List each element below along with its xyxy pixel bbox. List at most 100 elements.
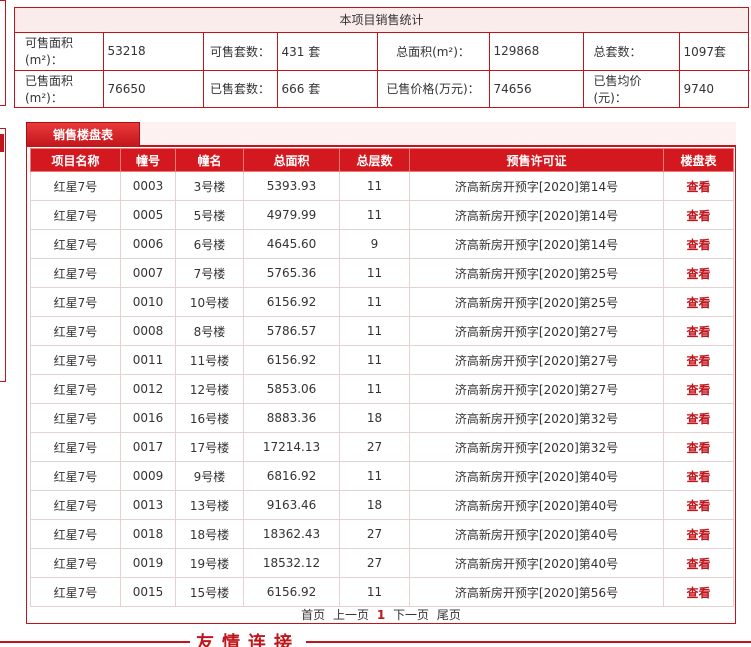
left-frame-top	[0, 0, 6, 106]
pager-first[interactable]: 首页	[301, 608, 325, 622]
cell-building-no: 0017	[120, 432, 176, 462]
cell-floors: 11	[339, 461, 410, 491]
cell-building-no: 0011	[120, 345, 176, 375]
cell-floors: 18	[339, 490, 410, 520]
cell-floors: 27	[339, 432, 410, 462]
cell-view-link[interactable]: 查看	[663, 345, 734, 375]
friendly-links-title: 友情连接	[190, 633, 306, 647]
cell-building-no: 0008	[120, 316, 176, 346]
cell-presale-permit: 济高新房开预字[2020]第40号	[409, 548, 664, 578]
pager-prev[interactable]: 上一页	[333, 608, 369, 622]
cell-floors: 11	[339, 258, 410, 288]
cell-total-area: 17214.13	[243, 432, 340, 462]
header-floor-plan: 楼盘表	[663, 148, 734, 172]
pager-current: 1	[376, 608, 386, 622]
pager-last[interactable]: 尾页	[437, 608, 461, 622]
cell-project-name: 红星7号	[30, 229, 121, 259]
pager-next[interactable]: 下一页	[393, 608, 429, 622]
header-project-name: 项目名称	[30, 148, 121, 172]
cell-presale-permit: 济高新房开预字[2020]第25号	[409, 258, 664, 288]
cell-view-link[interactable]: 查看	[663, 258, 734, 288]
cell-project-name: 红星7号	[30, 403, 121, 433]
cell-presale-permit: 济高新房开预字[2020]第32号	[409, 432, 664, 462]
cell-project-name: 红星7号	[30, 200, 121, 230]
cell-project-name: 红星7号	[30, 374, 121, 404]
cell-view-link[interactable]: 查看	[663, 229, 734, 259]
stats-row: 已售面积(m²)： 76650 已售套数： 666 套 已售价格(万元)： 74…	[15, 69, 750, 107]
cell-presale-permit: 济高新房开预字[2020]第40号	[409, 461, 664, 491]
cell-total-area: 8883.36	[243, 403, 340, 433]
cell-building-name: 15号楼	[175, 577, 244, 607]
pagination: 首页 上一页 1 下一页 尾页	[27, 606, 735, 623]
cell-building-name: 5号楼	[175, 200, 244, 230]
stats-row: 可售面积(m²)： 53218 可售套数： 431 套 总面积(m²)： 129…	[15, 33, 750, 71]
sales-stats-panel: 本项目销售统计 可售面积(m²)： 53218 可售套数： 431 套 总面积(…	[14, 7, 750, 108]
cell-view-link[interactable]: 查看	[663, 374, 734, 404]
cell-total-area: 6156.92	[243, 287, 340, 317]
cell-view-link[interactable]: 查看	[663, 200, 734, 230]
cell-building-no: 0005	[120, 200, 176, 230]
stats-label: 可售面积(m²)：	[15, 33, 104, 71]
table-body: 红星7号 0003 3号楼 5393.93 11 济高新房开预字[2020]第14号 查看红…	[30, 171, 734, 607]
cell-building-name: 6号楼	[175, 229, 244, 259]
cell-building-name: 19号楼	[175, 548, 244, 578]
cell-building-no: 0007	[120, 258, 176, 288]
cell-building-no: 0009	[120, 461, 176, 491]
cell-total-area: 5765.36	[243, 258, 340, 288]
table-row: 红星7号 0012 12号楼 5853.06 11 济高新房开预字[2020]第27号 查看	[30, 374, 734, 404]
cell-presale-permit: 济高新房开预字[2020]第27号	[409, 374, 664, 404]
cell-view-link[interactable]: 查看	[663, 403, 734, 433]
cell-building-name: 11号楼	[175, 345, 244, 375]
cell-total-area: 5393.93	[243, 171, 340, 201]
cell-presale-permit: 济高新房开预字[2020]第14号	[409, 171, 664, 201]
cell-building-name: 13号楼	[175, 490, 244, 520]
cell-building-no: 0018	[120, 519, 176, 549]
cell-view-link[interactable]: 查看	[663, 490, 734, 520]
cell-building-name: 10号楼	[175, 287, 244, 317]
stats-value: 74656	[488, 69, 584, 107]
cell-project-name: 红星7号	[30, 345, 121, 375]
cell-presale-permit: 济高新房开预字[2020]第14号	[409, 229, 664, 259]
cell-floors: 11	[339, 577, 410, 607]
cell-building-no: 0013	[120, 490, 176, 520]
stats-value: 9740	[678, 69, 750, 107]
tab-sales-buildings[interactable]: 销售楼盘表	[26, 122, 140, 147]
cell-floors: 18	[339, 403, 410, 433]
table-row: 红星7号 0010 10号楼 6156.92 11 济高新房开预字[2020]第25号 查看	[30, 287, 734, 317]
cell-floors: 9	[339, 229, 410, 259]
cell-presale-permit: 济高新房开预字[2020]第56号	[409, 577, 664, 607]
cell-view-link[interactable]: 查看	[663, 461, 734, 491]
stats-label: 已售面积(m²)：	[15, 69, 104, 107]
table-row: 红星7号 0016 16号楼 8883.36 18 济高新房开预字[2020]第32号 查看	[30, 403, 734, 433]
header-presale-permit: 预售许可证	[409, 148, 664, 172]
cell-view-link[interactable]: 查看	[663, 171, 734, 201]
stats-label: 已售价格(万元)：	[376, 69, 490, 107]
cell-view-link[interactable]: 查看	[663, 548, 734, 578]
header-building-name: 幢名	[175, 148, 244, 172]
cell-view-link[interactable]: 查看	[663, 287, 734, 317]
cell-presale-permit: 济高新房开预字[2020]第40号	[409, 490, 664, 520]
cell-view-link[interactable]: 查看	[663, 519, 734, 549]
cell-floors: 11	[339, 200, 410, 230]
cell-building-no: 0006	[120, 229, 176, 259]
table-row: 红星7号 0019 19号楼 18532.12 27 济高新房开预字[2020]第40号查…	[30, 548, 734, 578]
cell-presale-permit: 济高新房开预字[2020]第27号	[409, 345, 664, 375]
cell-project-name: 红星7号	[30, 577, 121, 607]
table-row: 红星7号 0007 7号楼 5765.36 11 济高新房开预字[2020]第25号 查看	[30, 258, 734, 288]
cell-floors: 11	[339, 316, 410, 346]
cell-view-link[interactable]: 查看	[663, 577, 734, 607]
cell-view-link[interactable]: 查看	[663, 432, 734, 462]
stats-value: 129868	[488, 33, 584, 71]
cell-view-link[interactable]: 查看	[663, 316, 734, 346]
stats-label: 已售均价(元)：	[582, 69, 680, 107]
cell-project-name: 红星7号	[30, 461, 121, 491]
table-header-row: 项目名称 幢号 幢名 总面积 总层数 预售许可证 楼盘表	[30, 148, 734, 172]
footer-divider	[0, 641, 751, 643]
tab-bar: 销售楼盘表	[26, 122, 736, 147]
cell-total-area: 18532.12	[243, 548, 340, 578]
cell-total-area: 4645.60	[243, 229, 340, 259]
cell-floors: 11	[339, 345, 410, 375]
cell-building-name: 16号楼	[175, 403, 244, 433]
cell-floors: 11	[339, 287, 410, 317]
stats-label: 总面积(m²)：	[376, 33, 490, 71]
